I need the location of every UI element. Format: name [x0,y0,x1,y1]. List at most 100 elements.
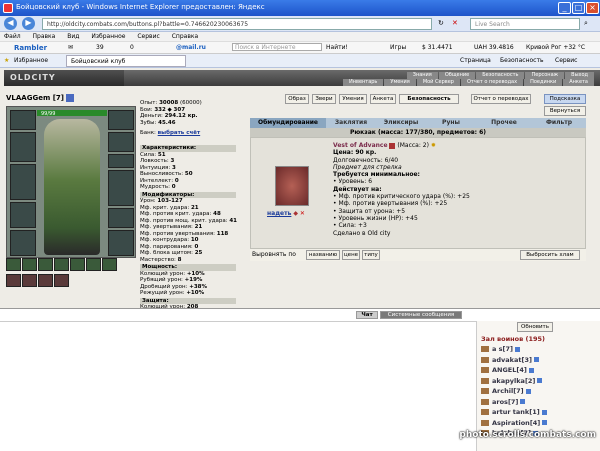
spell-slot-4[interactable] [54,274,69,287]
stop-icon[interactable]: ✕ [452,19,458,27]
games-button[interactable]: Игры [390,44,406,51]
service-menu[interactable]: Сервис [555,57,577,64]
user-name[interactable]: Aspiration [492,419,530,427]
user-name[interactable]: akapylka [492,377,525,385]
leggings-slot[interactable] [108,208,134,228]
toolbar-search-input[interactable]: Поиск в Интернете [232,43,322,51]
pets-button[interactable]: Звери [312,94,336,104]
info-icon[interactable] [542,420,548,425]
return-button[interactable]: Вернуться [544,106,586,116]
belt-item-5[interactable] [70,258,85,271]
skills-button[interactable]: Умения [339,94,367,104]
helmet-slot[interactable] [10,110,36,130]
live-search-input[interactable]: Live Search [470,18,580,30]
tab-elixirs[interactable]: Эликсиры [376,118,426,128]
user-name[interactable]: artur tank [492,408,529,416]
sort-by-type-button[interactable]: типу [362,250,380,260]
user-list-item[interactable]: Archil[7] [481,387,531,395]
spell-slot-2[interactable] [22,274,37,287]
boots-slot[interactable] [108,230,134,256]
ring-slot[interactable] [108,154,134,168]
drop-icon[interactable]: ✕ [300,210,305,217]
find-button[interactable]: Найти! [326,44,348,51]
user-name[interactable]: advakat [492,356,521,364]
image-button[interactable]: Образ [285,94,309,104]
security-button[interactable]: Безопасность [399,94,459,104]
back-arrow-icon[interactable]: ◀ [4,17,17,30]
spell-slot-1[interactable] [6,274,21,287]
info-icon[interactable] [525,388,531,394]
info-icon[interactable] [515,346,520,352]
tab-equipment[interactable]: Обмундирование [250,118,326,128]
item-name[interactable]: Vest of Advance [333,142,388,149]
user-list-item[interactable]: artur tank[1] [481,408,547,416]
belt-item-3[interactable] [38,258,53,271]
user-name[interactable]: aros [492,398,508,406]
belt-slot[interactable] [10,230,36,256]
user-list-item[interactable]: akapylka[2] [481,377,543,385]
armor-slot[interactable] [10,202,36,228]
menu-view[interactable]: Вид [67,33,79,40]
info-icon[interactable] [541,409,547,415]
refresh-icon[interactable]: ↻ [438,19,444,27]
tab-filter[interactable]: Фильтр [532,118,586,128]
gloves-slot[interactable] [108,132,134,152]
menu-favorites[interactable]: Избранное [91,33,125,40]
address-input[interactable]: http://oldcity.combats.com/buttons.pl?ba… [42,18,432,30]
throw-junk-button[interactable]: Выбросить хлам [520,250,580,260]
menu-help[interactable]: Справка [172,33,198,40]
nav-transfer-report[interactable]: Отчет о переводах [460,79,524,86]
user-list-item[interactable]: advakat[3] [481,356,539,364]
nav-skills[interactable]: Умения [384,79,416,86]
user-list-item[interactable]: Aspiration[4] [481,419,548,427]
amulet-slot[interactable] [10,132,36,162]
info-icon[interactable] [528,367,534,373]
gem-icon[interactable]: ◆ [293,210,298,217]
search-icon[interactable]: ⌕ [584,19,588,28]
info-icon[interactable] [533,357,539,362]
sort-by-price-button[interactable]: цене [342,250,360,260]
menu-file[interactable]: Файл [4,33,21,40]
nav-battles[interactable]: Поединки [524,79,563,86]
tab-spells[interactable]: Заклятия [326,118,376,128]
counter-1[interactable]: 39 [96,44,104,51]
shield-slot[interactable] [108,170,134,206]
mail-ru-button[interactable]: @mail.ru [176,44,206,51]
belt-item-6[interactable] [86,258,101,271]
wear-link[interactable]: надеть [267,210,291,217]
rambler-button[interactable]: Rambler [14,44,47,52]
tab-other[interactable]: Прочее [476,118,532,128]
earring-slot[interactable] [108,110,134,130]
user-list-item[interactable]: aros[7] [481,398,526,406]
belt-item-4[interactable] [54,258,69,271]
tab-system-messages[interactable]: Системные сообщения [380,311,462,319]
tab-runes[interactable]: Руны [426,118,476,128]
forward-arrow-icon[interactable]: ▶ [22,17,35,30]
menu-tools[interactable]: Сервис [137,33,159,40]
counter-2[interactable]: 0 [130,44,134,51]
chat-messages[interactable] [0,321,476,451]
nav-inventory[interactable]: Инвентарь [342,79,384,86]
envelope-icon[interactable]: ✉ [68,44,73,51]
user-name[interactable]: ANGEL [492,366,516,374]
weather-widget[interactable]: Кривой Рог +32 °C [526,44,585,51]
belt-item-2[interactable] [22,258,37,271]
close-button[interactable]: × [586,2,599,14]
bank-select-link[interactable]: выбрать счёт [158,130,200,136]
tab-chat[interactable]: Чат [356,311,378,319]
user-list-item[interactable]: ANGEL[4] [481,366,534,374]
vest-image[interactable] [275,166,309,206]
info-icon[interactable] [66,94,75,102]
refresh-button[interactable]: Обновить [517,322,553,332]
page-menu[interactable]: Страница [460,57,491,64]
user-name[interactable]: Archil [492,387,513,395]
maximize-button[interactable]: □ [572,2,585,14]
spell-slot-3[interactable] [38,274,53,287]
weapon-slot[interactable] [10,164,36,200]
belt-item-7[interactable] [102,258,117,271]
info-icon[interactable] [537,378,543,383]
nav-profile[interactable]: Анкета [563,79,594,86]
belt-item-1[interactable] [6,258,21,271]
nav-my-server[interactable]: Мой Сервер [416,79,460,86]
safety-menu[interactable]: Безопасность [500,57,544,64]
